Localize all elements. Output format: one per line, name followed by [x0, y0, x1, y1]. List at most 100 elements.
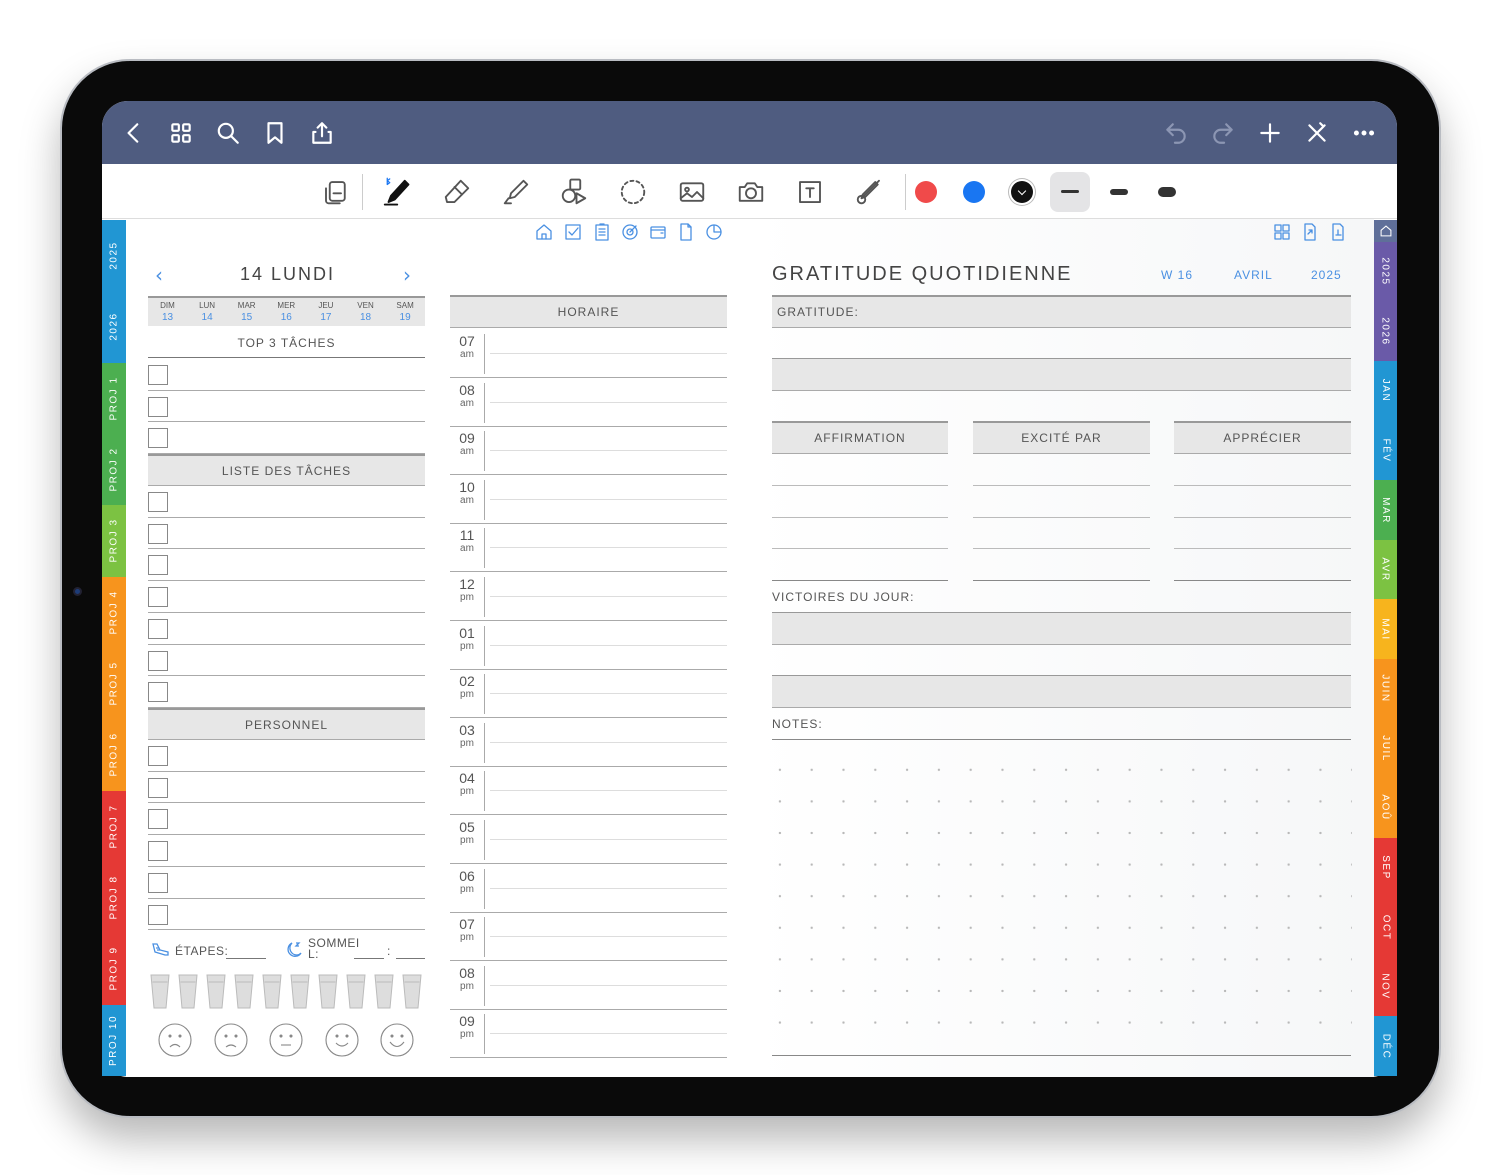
right-tab[interactable]: FÉV — [1374, 420, 1397, 481]
stroke-thick[interactable] — [1158, 187, 1176, 197]
left-tab[interactable]: PROJ 4 — [102, 576, 126, 648]
wallet-icon[interactable] — [648, 222, 668, 242]
stroke-medium[interactable] — [1110, 189, 1128, 195]
task-checkbox[interactable] — [148, 904, 168, 925]
gratitude-entry-line[interactable] — [973, 485, 1150, 486]
sleep-hours-field[interactable] — [354, 958, 384, 959]
redo-icon[interactable] — [1208, 118, 1238, 148]
task-checkbox[interactable] — [148, 746, 168, 766]
search-icon[interactable] — [213, 118, 243, 148]
highlighter-icon[interactable] — [499, 175, 533, 209]
right-tab[interactable]: SEP — [1374, 837, 1397, 898]
hour-slot[interactable]: 09 pm — [450, 1009, 727, 1059]
more-icon[interactable] — [1349, 118, 1379, 148]
left-tab[interactable]: PROJ 9 — [102, 933, 126, 1005]
home-tab-icon[interactable] — [1374, 220, 1397, 242]
week-number[interactable]: W 16 — [1161, 268, 1193, 282]
hour-slot[interactable]: 06 pm — [450, 864, 727, 913]
gratitude-line-2[interactable] — [772, 358, 1351, 391]
very-happy-face-icon[interactable] — [380, 1023, 414, 1057]
prev-day-arrow[interactable]: ‹ — [155, 263, 163, 287]
sad-face-icon[interactable] — [213, 1023, 248, 1057]
gratitude-entry-line[interactable] — [772, 516, 948, 518]
stroke-thin[interactable] — [1061, 190, 1079, 193]
task-line[interactable] — [148, 834, 425, 836]
right-tab[interactable]: JUIL — [1374, 718, 1397, 779]
gratitude-entry-line[interactable] — [973, 580, 1150, 582]
happy-face-icon[interactable] — [324, 1023, 359, 1057]
plus-icon[interactable] — [1255, 118, 1285, 148]
water-glass-icon[interactable] — [402, 974, 422, 1009]
right-tab[interactable]: MAI — [1374, 599, 1397, 659]
task-checkbox[interactable] — [148, 777, 168, 798]
task-line[interactable] — [148, 643, 425, 645]
task-checkbox[interactable] — [148, 682, 168, 703]
next-day-arrow[interactable]: › — [403, 263, 411, 287]
hour-slot[interactable]: 07 am — [450, 329, 727, 378]
color-red-swatch[interactable] — [915, 181, 937, 203]
task-line[interactable] — [148, 548, 425, 550]
back-icon[interactable] — [119, 118, 149, 148]
week-day[interactable]: SAM 19 — [386, 300, 425, 324]
task-line[interactable] — [148, 453, 425, 455]
hour-slot[interactable]: 07 pm — [450, 912, 727, 962]
left-tab[interactable]: PROJ 7 — [102, 790, 126, 862]
left-tab[interactable]: PROJ 10 — [102, 1004, 126, 1076]
task-checkbox[interactable] — [148, 650, 168, 671]
task-line[interactable] — [148, 516, 425, 518]
week-day[interactable]: JEU 17 — [306, 300, 345, 324]
hour-slot[interactable]: 12 pm — [450, 572, 727, 621]
gratitude-entry-line[interactable] — [1174, 485, 1351, 486]
water-glass-icon[interactable] — [234, 974, 254, 1009]
task-line[interactable] — [148, 802, 425, 804]
task-checkbox[interactable] — [148, 555, 168, 576]
undo-icon[interactable] — [1161, 118, 1191, 148]
week-day[interactable]: DIM 13 — [148, 300, 187, 324]
clipboard-icon[interactable] — [592, 222, 612, 242]
hour-slot[interactable]: 05 pm — [450, 815, 727, 864]
hour-slot[interactable]: 09 am — [450, 426, 727, 476]
task-line[interactable] — [148, 421, 425, 423]
right-tab[interactable]: 2026 — [1374, 301, 1397, 362]
gratitude-entry-line[interactable] — [772, 485, 948, 486]
hour-slot[interactable]: 04 pm — [450, 766, 727, 816]
hour-slot[interactable]: 01 pm — [450, 621, 727, 670]
right-tab[interactable]: AVR — [1374, 539, 1397, 600]
left-tab[interactable]: PROJ 2 — [102, 434, 126, 506]
task-checkbox[interactable] — [148, 365, 168, 385]
left-tab[interactable]: 2026 — [102, 291, 126, 363]
left-tab[interactable]: PROJ 1 — [102, 362, 126, 434]
color-blue-swatch[interactable] — [963, 181, 985, 203]
task-line[interactable] — [148, 929, 425, 931]
week-day[interactable]: MAR 15 — [227, 300, 266, 324]
right-tab[interactable]: MAR — [1374, 480, 1397, 540]
water-glass-icon[interactable] — [262, 974, 282, 1009]
right-tab[interactable]: JAN — [1374, 361, 1397, 421]
page-link-icon[interactable] — [1300, 222, 1320, 242]
right-tab[interactable]: 2025 — [1374, 242, 1397, 302]
task-line[interactable] — [148, 897, 425, 899]
task-checkbox[interactable] — [148, 492, 168, 512]
hour-slot[interactable]: 10 am — [450, 475, 727, 524]
left-tab[interactable]: PROJ 3 — [102, 505, 126, 577]
left-tab[interactable]: PROJ 8 — [102, 862, 126, 934]
task-line[interactable] — [148, 865, 425, 867]
left-tab[interactable]: 2025 — [102, 220, 126, 292]
year-link[interactable]: 2025 — [1311, 268, 1342, 282]
gratitude-entry-line[interactable] — [772, 580, 948, 582]
water-glass-icon[interactable] — [178, 974, 198, 1009]
hour-slot[interactable]: 11 am — [450, 523, 727, 573]
color-black-swatch[interactable] — [1011, 181, 1033, 203]
right-tab[interactable]: NOV — [1374, 956, 1397, 1017]
gratitude-entry-line[interactable] — [1174, 516, 1351, 518]
steps-field[interactable] — [226, 958, 266, 959]
task-checkbox[interactable] — [148, 587, 168, 608]
gratitude-entry-line[interactable] — [973, 548, 1150, 550]
task-checkbox[interactable] — [148, 523, 168, 544]
right-tab[interactable]: OCT — [1374, 897, 1397, 957]
water-glass-icon[interactable] — [150, 974, 170, 1009]
victories-line-1[interactable] — [772, 612, 1351, 645]
share-icon[interactable] — [307, 118, 337, 148]
left-tab[interactable]: PROJ 6 — [102, 719, 126, 791]
textbox-icon[interactable] — [793, 175, 827, 209]
